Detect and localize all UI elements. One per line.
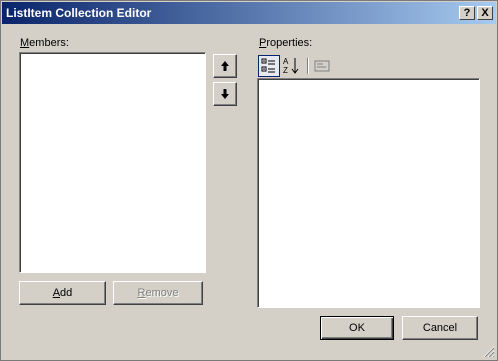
title-bar[interactable]: ListItem Collection Editor ? X bbox=[2, 2, 496, 24]
move-up-button[interactable] bbox=[213, 54, 237, 78]
up-arrow-icon bbox=[221, 61, 229, 71]
collection-editor-dialog: ListItem Collection Editor ? X Members: … bbox=[0, 0, 498, 361]
properties-label: Properties: bbox=[259, 37, 313, 49]
cancel-button[interactable]: Cancel bbox=[402, 316, 478, 340]
ok-button[interactable]: OK bbox=[320, 316, 394, 340]
property-pages-icon bbox=[314, 60, 330, 72]
properties-toolbar: A Z bbox=[257, 55, 479, 77]
add-button[interactable]: Add bbox=[19, 281, 106, 305]
remove-button-label: Remove bbox=[137, 287, 179, 299]
alphabetical-icon: A Z bbox=[283, 57, 299, 75]
remove-button: Remove bbox=[113, 281, 203, 305]
alphabetical-button[interactable]: A Z bbox=[281, 55, 303, 77]
resize-grip-icon[interactable] bbox=[483, 346, 495, 358]
move-down-button[interactable] bbox=[213, 82, 237, 106]
members-list[interactable] bbox=[19, 52, 206, 273]
cancel-button-label: Cancel bbox=[422, 322, 458, 334]
svg-text:Z: Z bbox=[283, 66, 288, 75]
add-button-label: Add bbox=[52, 287, 73, 299]
help-button[interactable]: ? bbox=[459, 6, 475, 20]
members-label: Members: bbox=[20, 37, 69, 49]
categorized-button[interactable] bbox=[258, 55, 280, 77]
svg-text:A: A bbox=[283, 57, 289, 66]
property-grid[interactable] bbox=[257, 78, 480, 308]
close-button[interactable]: X bbox=[477, 6, 493, 20]
window-title: ListItem Collection Editor bbox=[6, 6, 152, 20]
categorized-icon bbox=[261, 58, 275, 73]
property-pages-button bbox=[311, 55, 333, 77]
ok-button-label: OK bbox=[349, 322, 365, 334]
down-arrow-icon bbox=[221, 89, 229, 99]
